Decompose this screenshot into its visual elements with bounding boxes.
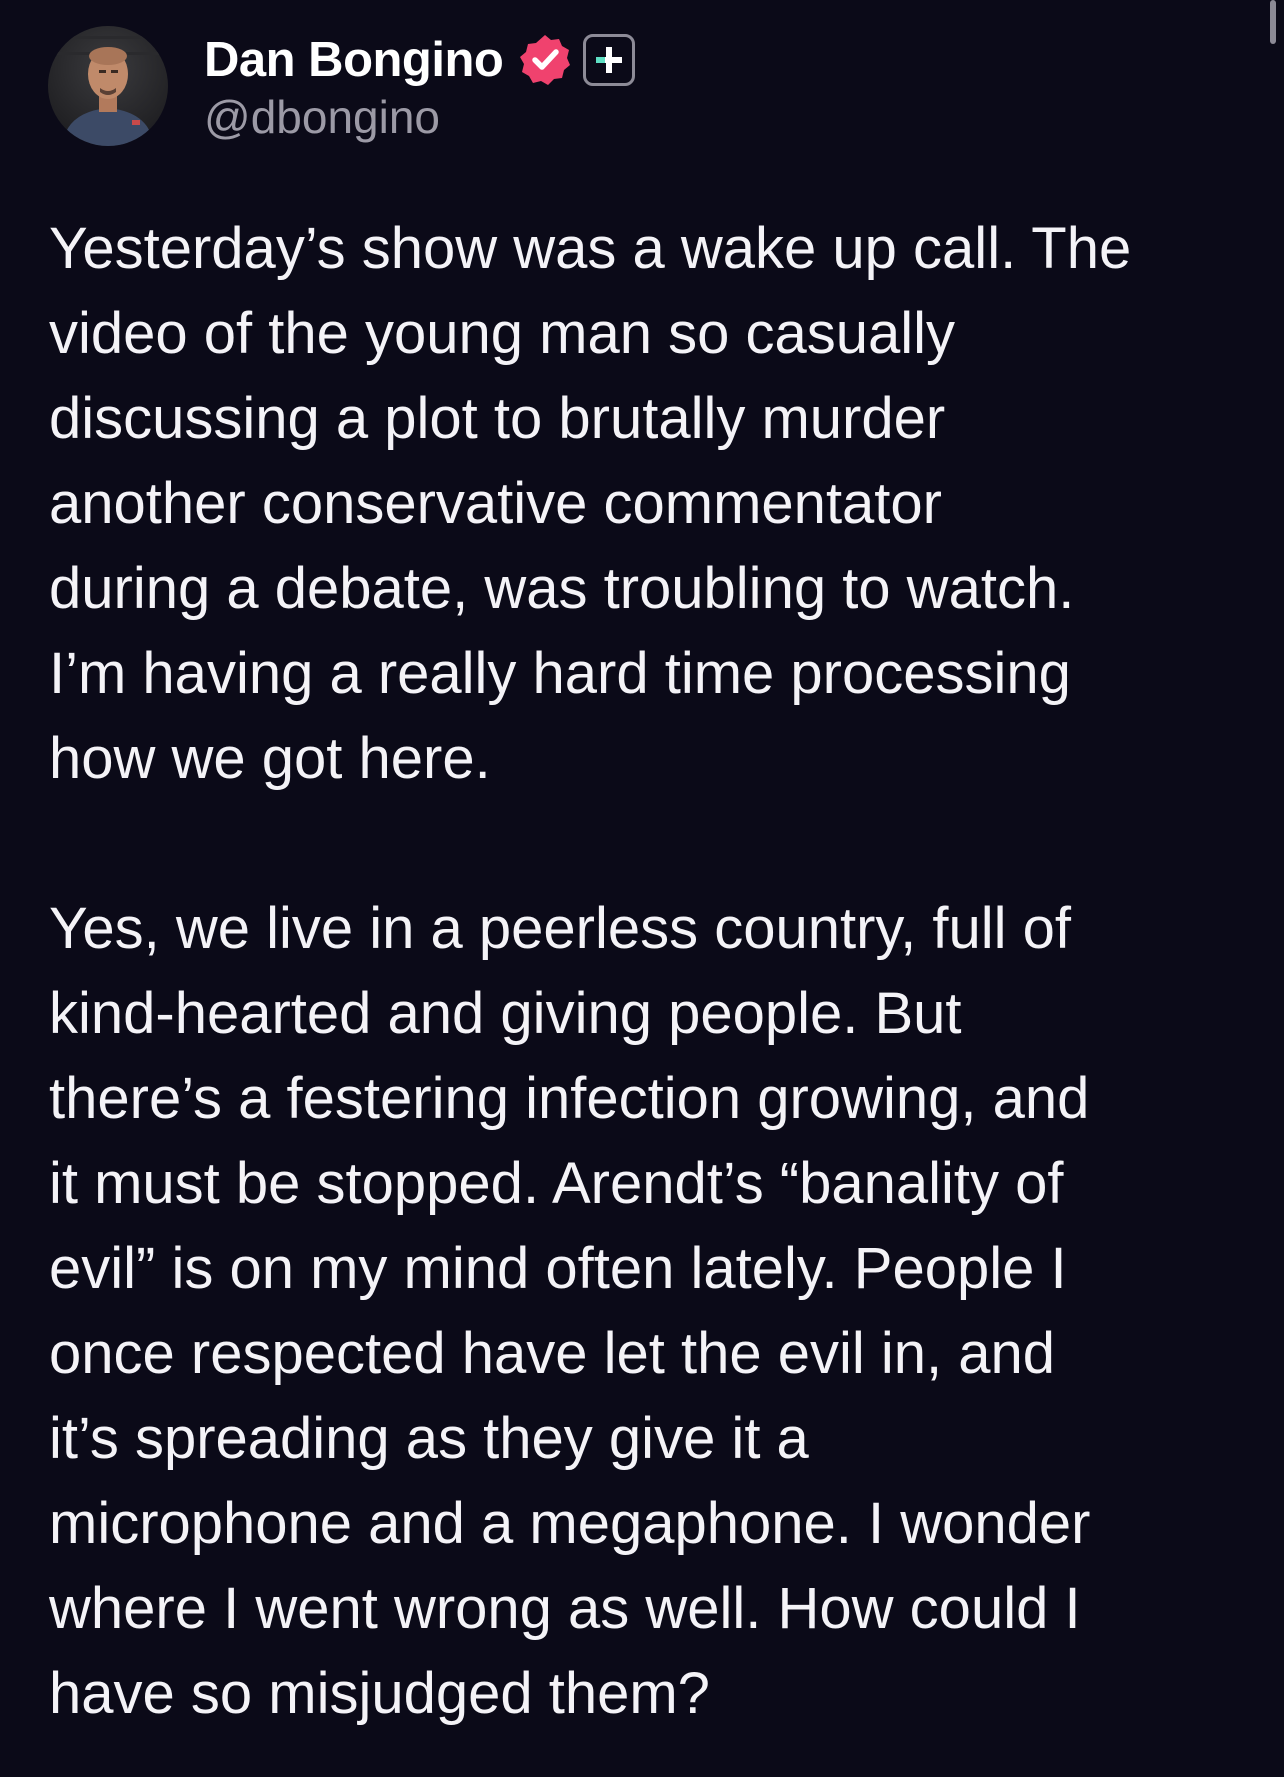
post-line: there’s a festering infection growing, a…	[49, 1066, 1090, 1131]
post-paragraph: Yes, we live in a peerless country, full…	[49, 886, 1269, 1736]
author-handle[interactable]: @dbongino	[204, 90, 635, 144]
profile-photo-icon	[48, 26, 168, 146]
post-line: it must be stopped. Arendt’s “banality o…	[49, 1151, 1064, 1216]
display-name[interactable]: Dan Bongino	[204, 32, 504, 88]
author-identity: Dan Bongino @dbongino	[204, 30, 636, 144]
post-line: kind-hearted and giving people. But	[49, 981, 962, 1046]
post-line: another conservative commentator	[49, 471, 942, 536]
scrollbar[interactable]	[1270, 0, 1276, 44]
post-line: have so misjudged them?	[49, 1661, 710, 1726]
post-line: where I went wrong as well. How could I	[49, 1576, 1081, 1641]
name-row: Dan Bongino	[204, 30, 636, 90]
post-line: discussing a plot to brutally murder	[49, 386, 946, 451]
post-line: video of the young man so casually	[49, 301, 955, 366]
post-line: once respected have let the evil in, and	[49, 1321, 1055, 1386]
verified-badge-icon	[517, 32, 573, 88]
plus-subscription-icon[interactable]	[583, 34, 636, 86]
post-header: Dan Bongino @dbongino	[48, 26, 636, 146]
avatar[interactable]	[48, 26, 168, 146]
post-line: evil” is on my mind often lately. People…	[49, 1236, 1067, 1301]
post-line: Yesterday’s show was a wake up call. The	[49, 216, 1132, 281]
post-line: during a debate, was troubling to watch.	[49, 556, 1075, 621]
post-line: microphone and a megaphone. I wonder	[49, 1491, 1091, 1556]
post-line: it’s spreading as they give it a	[49, 1406, 809, 1471]
post-body: Yesterday’s show was a wake up call. The…	[49, 206, 1269, 1736]
post-paragraph: Yesterday’s show was a wake up call. The…	[49, 206, 1269, 801]
post-line: how we got here.	[49, 726, 491, 791]
post-line: Yes, we live in a peerless country, full…	[49, 896, 1071, 961]
post-line: I’m having a really hard time processing	[49, 641, 1071, 706]
